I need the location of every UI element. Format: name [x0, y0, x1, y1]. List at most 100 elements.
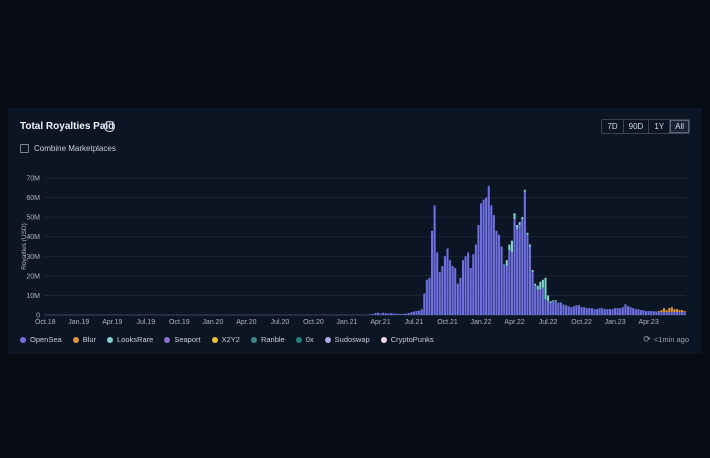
bar-looksrare: [523, 189, 526, 192]
bar-opensea: [503, 264, 506, 315]
bar-opensea: [650, 311, 653, 315]
x-tick-label: Oct.18: [35, 319, 56, 326]
bar-opensea: [531, 271, 534, 315]
bar-opensea: [431, 230, 434, 315]
bar-opensea: [588, 308, 591, 315]
bar-opensea: [392, 313, 395, 315]
bar-opensea: [639, 310, 642, 315]
bar-opensea: [508, 250, 511, 315]
legend-swatch: [107, 336, 114, 343]
bar-opensea: [549, 303, 552, 315]
legend-label: 0x: [305, 335, 314, 344]
legend-item-seaport[interactable]: Seaport: [164, 335, 201, 344]
legend-swatch: [164, 336, 171, 343]
bar-looksrare: [557, 302, 560, 304]
bar-opensea: [660, 312, 663, 315]
bar-opensea: [474, 244, 477, 315]
bar-looksrare: [518, 222, 521, 225]
bar-looksrare: [544, 277, 547, 300]
bar-opensea: [410, 312, 413, 315]
bar-looksrare: [505, 260, 508, 267]
bar-blur: [663, 308, 666, 313]
y-tick-label: 40M: [26, 234, 40, 241]
bar-opensea: [593, 309, 596, 315]
bar-opensea: [394, 313, 397, 315]
refresh-icon[interactable]: ⟳: [643, 335, 651, 344]
legend-item-blur[interactable]: Blur: [72, 335, 96, 344]
bar-looksrare: [547, 295, 550, 302]
bar-blur: [673, 309, 676, 313]
bar-opensea: [492, 215, 495, 315]
bar-opensea: [562, 305, 565, 315]
x-tick-label: Oct.21: [437, 319, 458, 326]
bar-opensea: [681, 312, 684, 315]
bar-opensea: [420, 309, 423, 315]
bar-opensea: [663, 312, 666, 315]
x-tick-label: Oct.20: [303, 319, 324, 326]
last-updated: ⟳ <1min ago: [643, 335, 689, 345]
bar-opensea: [619, 308, 622, 315]
bar-opensea: [590, 308, 593, 315]
bar-opensea: [634, 309, 637, 315]
bar-opensea: [606, 309, 609, 315]
bar-opensea: [675, 312, 679, 315]
y-tick-label: 50M: [26, 215, 40, 222]
y-tick-label: 30M: [26, 254, 40, 261]
legend-item-rarible[interactable]: Rarible: [250, 335, 285, 344]
bar-opensea: [598, 308, 601, 315]
legend-item-cryptopunks[interactable]: CryptoPunks: [380, 335, 434, 344]
bar-opensea: [559, 303, 562, 315]
bar-opensea: [482, 199, 485, 315]
bar-opensea: [629, 307, 632, 315]
legend-swatch: [324, 336, 331, 343]
bar-opensea: [544, 299, 547, 315]
legend-item-x2y2[interactable]: X2Y2: [211, 335, 240, 344]
bar-looksrare: [539, 281, 542, 290]
legend-item-0x[interactable]: 0x: [295, 335, 314, 344]
bar-opensea: [461, 260, 465, 315]
bar-blur: [683, 311, 686, 313]
legend-item-opensea[interactable]: OpenSea: [20, 335, 62, 344]
bar-opensea: [425, 279, 428, 315]
legend-label: Seaport: [174, 335, 201, 344]
bar-looksrare: [534, 283, 537, 286]
bar-opensea: [443, 256, 446, 315]
bar-opensea: [673, 312, 676, 315]
bar-opensea: [384, 313, 387, 315]
legend-item-looksrare[interactable]: LooksRare: [107, 335, 153, 344]
x-tick-label: Apr.21: [370, 319, 390, 326]
bar-looksrare: [536, 285, 539, 290]
bar-opensea: [632, 308, 635, 315]
legend-swatch: [380, 336, 387, 343]
bar-opensea: [451, 266, 454, 315]
bar-opensea: [407, 313, 410, 315]
bar-opensea: [369, 314, 372, 315]
bar-opensea: [441, 266, 444, 315]
legend-swatch: [295, 336, 302, 343]
bar-opensea: [433, 205, 436, 315]
bar-opensea: [534, 285, 537, 315]
bar-opensea: [490, 205, 493, 315]
bar-opensea: [387, 313, 390, 315]
bar-blur: [668, 308, 671, 313]
bar-looksrare: [552, 300, 555, 302]
bar-blur: [670, 307, 673, 313]
legend-item-sudoswap[interactable]: Sudoswap: [324, 335, 370, 344]
x-tick-label: Apr.22: [504, 319, 524, 326]
bar-opensea: [621, 307, 624, 315]
bar-blur: [657, 311, 660, 313]
bar-opensea: [521, 219, 524, 315]
bar-opensea: [454, 268, 457, 315]
bar-looksrare: [526, 232, 529, 235]
y-tick-label: 10M: [26, 293, 40, 300]
bar-blur: [665, 310, 668, 313]
bar-opensea: [626, 306, 630, 315]
last-updated-text: <1min ago: [653, 335, 689, 344]
bar-opensea: [580, 307, 583, 315]
bar-opensea: [500, 246, 503, 315]
bar-opensea: [459, 277, 462, 315]
bar-opensea: [624, 304, 627, 315]
bar-opensea: [423, 293, 426, 315]
legend-swatch: [72, 336, 79, 343]
legend-label: X2Y2: [221, 335, 240, 344]
